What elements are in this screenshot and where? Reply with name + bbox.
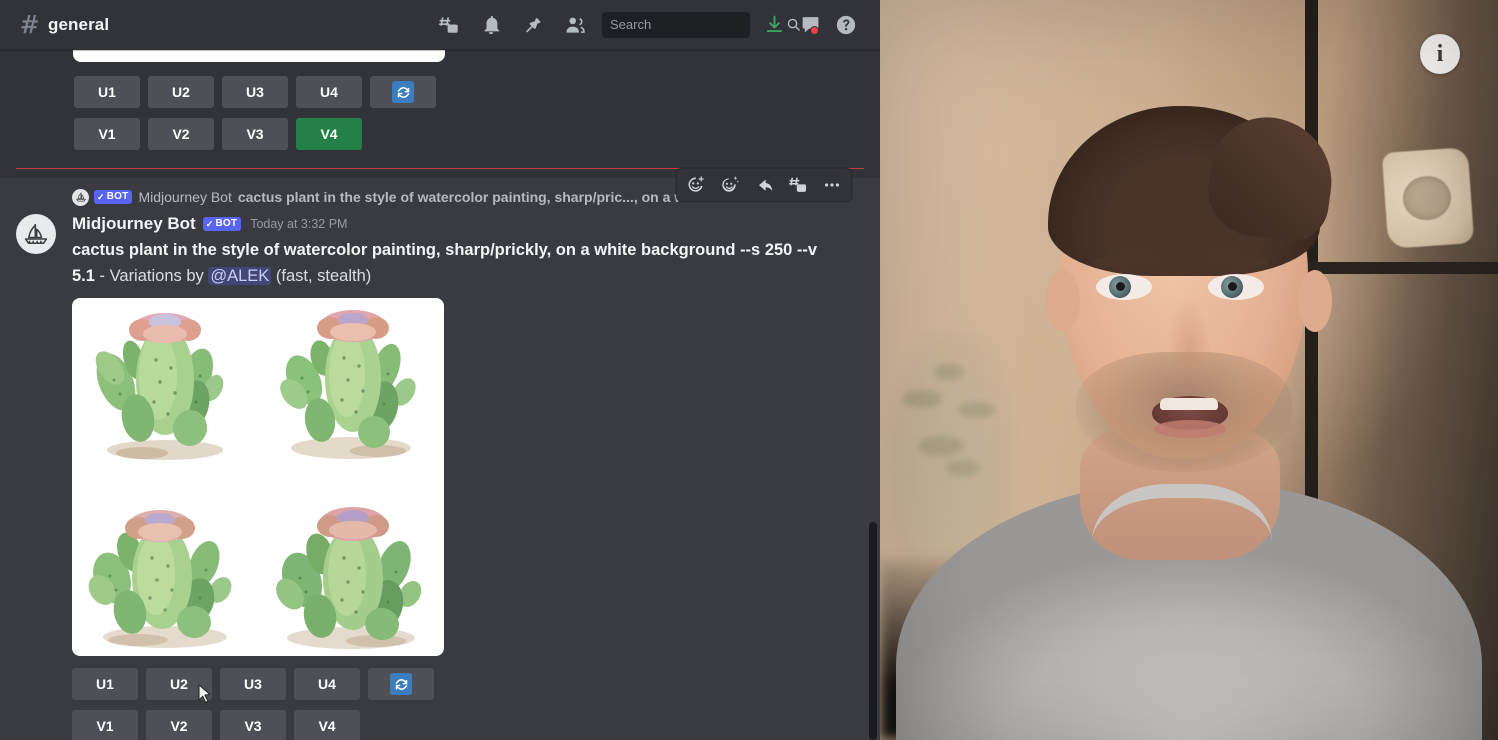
message-timestamp: Today at 3:32 PM [250,217,348,231]
message-body: Midjourney Bot ✓ BOT Today at 3:32 PM ca… [0,210,880,740]
teeth [1160,398,1218,410]
variation-v3-button[interactable]: V3 [222,118,288,150]
scrollbar-thumb[interactable] [869,522,877,740]
inbox-icon[interactable] [792,4,828,46]
upscale-u1-button[interactable]: U1 [72,668,138,700]
message-scroller[interactable]: U1 U2 U3 U4 V1 V2 V3 V4 ✓ BOT Midjourney… [0,50,880,740]
reply-icon[interactable] [747,170,781,200]
cactus-image-4[interactable] [258,482,444,656]
avatar[interactable] [16,214,56,254]
previous-message-action-buttons: U1 U2 U3 U4 V1 V2 V3 V4 [74,76,436,150]
reply-author-name[interactable]: Midjourney Bot [138,189,231,205]
variation-v2-button[interactable]: V2 [146,710,212,740]
ear-right [1298,270,1332,332]
inbox-badge-dot [810,25,819,35]
refresh-icon [392,81,414,103]
upscale-u4-button[interactable]: U4 [294,668,360,700]
channel-name: general [48,14,110,34]
author-name[interactable]: Midjourney Bot [72,214,196,234]
search-box[interactable] [602,11,800,38]
reply-bot-tag: ✓ BOT [94,190,133,204]
variation-v4-button[interactable]: V4 [296,118,362,150]
cactus-grid-attachment[interactable] [72,298,444,656]
mode-label: (fast, stealth) [271,267,372,285]
refresh-icon [390,673,412,695]
upscale-u4-button[interactable]: U4 [296,76,362,108]
author-bot-tag: ✓ BOT [202,217,242,231]
scrollbar-track[interactable] [869,50,878,740]
previous-image-attachment[interactable] [73,50,445,62]
cactus-image-3[interactable] [72,482,258,656]
bot-check-icon: ✓ [97,192,105,202]
cactus-image-1[interactable] [72,298,258,482]
cactus-illustration [88,510,232,648]
upscale-u3-button[interactable]: U3 [222,76,288,108]
variation-v2-button[interactable]: V2 [148,118,214,150]
bot-tag-label: BOT [215,218,238,229]
variation-button-row: V1 V2 V3 V4 [72,710,880,740]
inbox-download-icon[interactable] [756,4,792,46]
message-group[interactable]: ✓ BOT Midjourney Bot cactus plant in the… [0,168,880,740]
variation-v4-button[interactable]: V4 [294,710,360,740]
add-reaction-icon[interactable] [679,170,713,200]
hash-icon [16,12,42,38]
upscale-u2-button[interactable]: U2 [146,668,212,700]
person-presenter [880,0,1498,740]
user-mention[interactable]: @ALEK [208,267,272,285]
info-icon[interactable]: i [1420,34,1460,74]
reroll-button[interactable] [370,76,436,108]
nose [1166,296,1212,368]
header-actions [428,4,864,46]
pupil-left [1116,282,1125,291]
super-reaction-icon[interactable] [713,170,747,200]
upscale-u1-button[interactable]: U1 [74,76,140,108]
message-action-buttons: U1 U2 U3 U4 V1 V2 V3 V4 [72,668,880,740]
cactus-illustration [276,507,422,649]
more-options-icon[interactable] [815,170,849,200]
lower-lip [1154,420,1226,438]
cactus-image-2[interactable] [258,298,444,482]
threads-icon[interactable] [428,4,470,46]
variation-button-row: V1 V2 V3 V4 [74,118,436,150]
reroll-button[interactable] [368,668,434,700]
upscale-button-row: U1 U2 U3 U4 [72,668,880,700]
webcam-video-panel[interactable]: i [880,0,1498,740]
reply-avatar [72,188,89,206]
message-content: cactus plant in the style of watercolor … [72,237,842,289]
variation-v3-button[interactable]: V3 [220,710,286,740]
variation-v1-button[interactable]: V1 [72,710,138,740]
upscale-button-row: U1 U2 U3 U4 [74,76,436,108]
upscale-u2-button[interactable]: U2 [148,76,214,108]
help-icon[interactable] [828,4,864,46]
cactus-illustration [280,310,416,459]
upscale-u3-button[interactable]: U3 [220,668,286,700]
message-headline: Midjourney Bot ✓ BOT Today at 3:32 PM [72,212,880,236]
pupil-right [1228,282,1237,291]
pin-icon[interactable] [512,4,554,46]
variations-label: Variations by [109,267,209,285]
variation-v1-button[interactable]: V1 [74,118,140,150]
discord-app-panel: general Search U1 U2 U3 U4 V1 V2 V3 V4 ✓… [0,0,880,740]
message-hover-toolbar [676,168,852,202]
text-separator: - [94,267,110,285]
bot-check-icon: ✓ [205,219,214,229]
ear-left [1046,270,1080,332]
reply-content-preview[interactable]: cactus plant in the style of watercolor … [238,189,710,205]
members-icon[interactable] [554,4,596,46]
bell-icon[interactable] [470,4,512,46]
screen-root: general Search U1 U2 U3 U4 V1 V2 V3 V4 ✓… [0,0,1498,740]
channel-header: general [0,0,880,50]
cactus-illustration [95,313,224,460]
bot-tag-label: BOT [106,191,129,202]
create-thread-icon[interactable] [781,170,815,200]
